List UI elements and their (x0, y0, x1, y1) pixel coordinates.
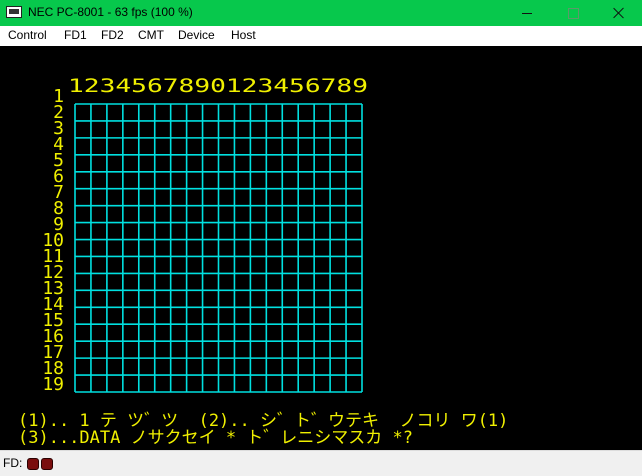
menu-bar: Control FD1 FD2 CMT Device Host (0, 26, 642, 46)
fd2-led (41, 458, 53, 470)
fd-status-label: FD: (3, 456, 23, 470)
fd1-led (27, 458, 39, 470)
menu-device[interactable]: Device (178, 28, 215, 42)
menu-cmt[interactable]: CMT (138, 28, 164, 42)
menu-fd1[interactable]: FD1 (64, 28, 87, 42)
title-bar[interactable]: NEC PC-8001 - 63 fps (100 %) (0, 0, 642, 26)
minimize-icon (522, 12, 532, 14)
pc-app-icon[interactable] (6, 6, 22, 18)
emulator-screen[interactable]: 1234567890123456789 1 2 3 4 5 6 7 8 9 10 11 12 13 14 15… (0, 46, 642, 450)
screen-line-2: (3)...DATA ノサクセイ * ト゛レニシマスカ *? (18, 428, 413, 448)
maximize-icon (567, 7, 579, 19)
menu-control[interactable]: Control (8, 28, 47, 42)
window-title: NEC PC-8001 - 63 fps (100 %) (28, 5, 193, 19)
column-header: 1234567890123456789123456789101112131415… (42, 75, 368, 395)
status-bar: FD: (0, 450, 642, 476)
menu-fd2[interactable]: FD2 (101, 28, 124, 42)
menu-host[interactable]: Host (231, 28, 256, 42)
column-header-digits: 1234567890123456789 (68, 75, 368, 97)
minimize-button[interactable] (504, 0, 550, 26)
close-icon (613, 7, 625, 19)
close-button[interactable] (596, 0, 642, 26)
grid (74, 103, 363, 393)
maximize-button[interactable] (550, 0, 596, 26)
row-label: 19 (42, 374, 64, 395)
